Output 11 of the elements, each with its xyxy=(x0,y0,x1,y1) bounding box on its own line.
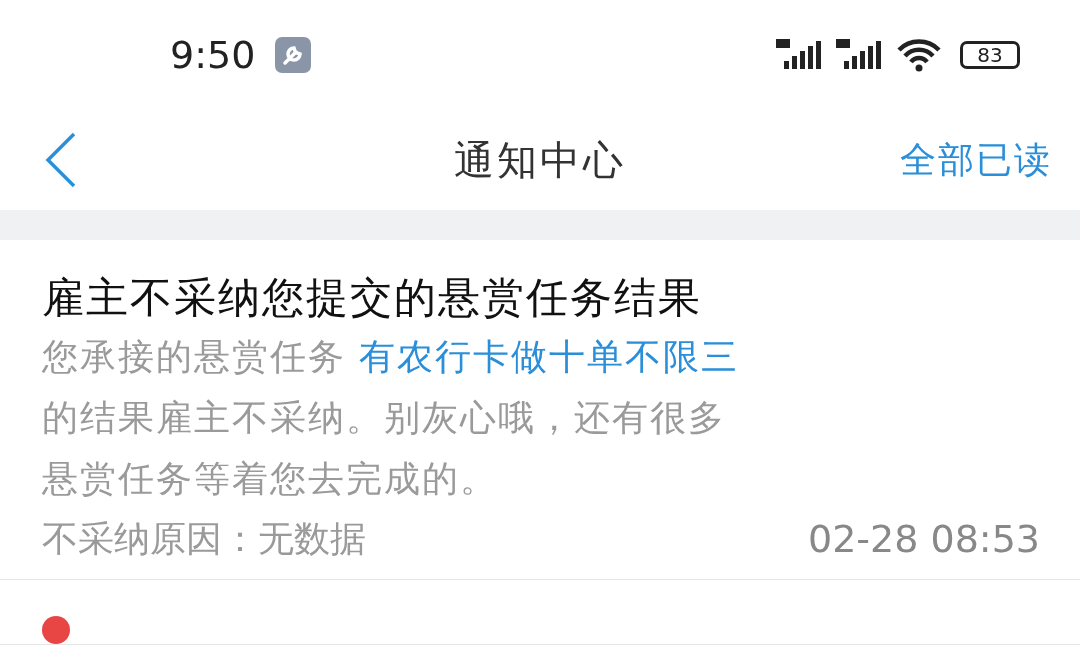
notification-title[interactable]: 雇主不采纳您提交的悬赏任务结果 xyxy=(42,270,702,326)
notification-message: 您承接的悬赏任务 有农行卡做十单不限三 的结果雇主不采纳。别灰心哦，还有很多悬赏任务等着您去完成的。 xyxy=(42,335,741,501)
wifi-icon xyxy=(896,38,942,72)
back-icon[interactable] xyxy=(45,132,77,188)
status-time: 9:50 xyxy=(170,33,256,77)
mark-all-read-link[interactable]: 全部已读 xyxy=(900,135,1052,185)
notification-time: 02-28 08:53 xyxy=(808,517,1040,561)
reject-reason: 不采纳原因：无数据 xyxy=(42,516,366,561)
task-link[interactable]: 有农行卡做十单不限三 xyxy=(359,336,740,377)
battery-icon: 83 xyxy=(960,41,1020,69)
page-title: 通知中心 xyxy=(454,135,626,185)
